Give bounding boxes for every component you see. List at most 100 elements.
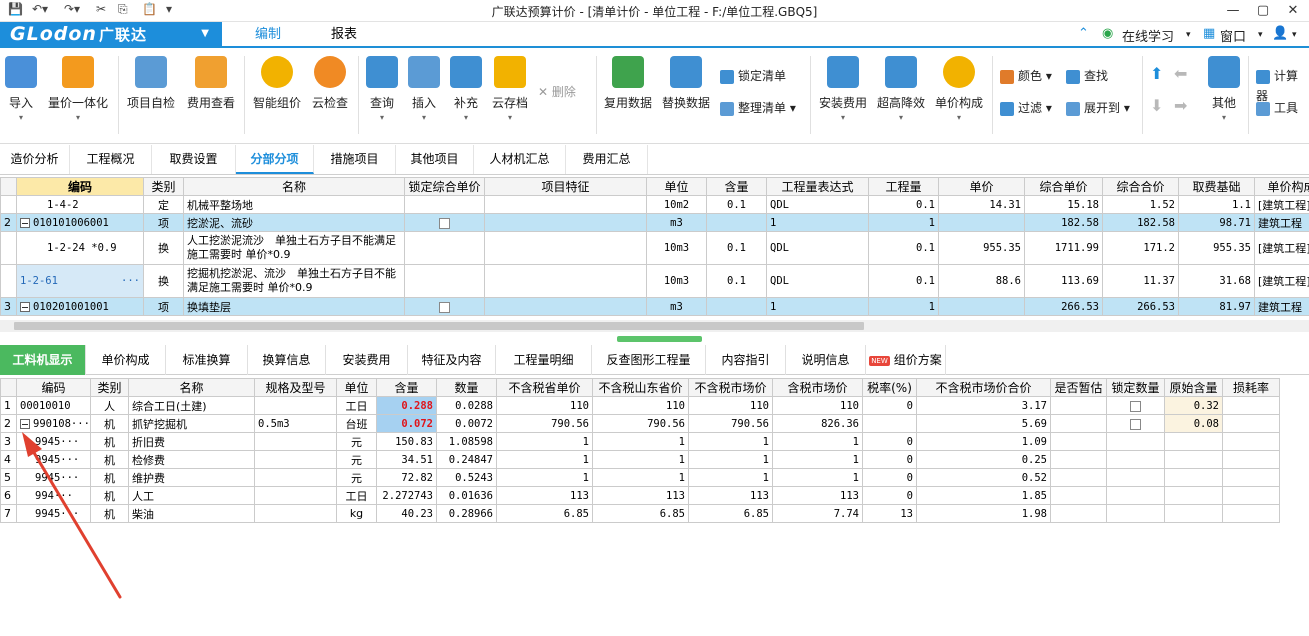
- tab-content-guide[interactable]: 内容指引: [706, 345, 786, 375]
- item-code[interactable]: 010101006001: [16, 213, 144, 232]
- collapse-icon[interactable]: [20, 217, 30, 228]
- tab-standard-conversion[interactable]: 标准换算: [166, 345, 248, 375]
- column-header[interactable]: 名称: [183, 177, 405, 196]
- table-row[interactable]: 1-4-2 定 机械平整场地 10m2 0.1 QDL 0.1 14.31 15…: [0, 195, 1309, 214]
- collapse-ribbon-icon[interactable]: ⌃: [1078, 26, 1089, 41]
- column-header[interactable]: 原始含量: [1164, 378, 1223, 397]
- tab-reverse-graphic-quantity[interactable]: 反查图形工程量: [592, 345, 706, 375]
- expand-to-button[interactable]: 展开到 ▾: [1066, 98, 1130, 118]
- horizontal-scrollbar[interactable]: [0, 320, 1309, 332]
- tab-features-content[interactable]: 特征及内容: [408, 345, 496, 375]
- app-logo[interactable]: GLodon 广联达 ▼: [0, 22, 222, 46]
- tab-unit-price-composition[interactable]: 单价构成: [86, 345, 166, 375]
- reuse-data-button[interactable]: 复用数据: [602, 56, 654, 111]
- column-header[interactable]: 综合单价: [1024, 177, 1103, 196]
- tab-install-fee[interactable]: 安装费用: [326, 345, 408, 375]
- column-header[interactable]: 不含税山东省价: [592, 378, 689, 397]
- pane-splitter-handle[interactable]: [617, 336, 702, 342]
- table-row[interactable]: 1-2-24 *0.9 换 人工挖淤泥流沙 单独土石方子目不能满足施工需要时 单…: [0, 231, 1309, 265]
- tab-description-info[interactable]: 说明信息: [786, 345, 866, 375]
- column-header[interactable]: 税率(%): [862, 378, 917, 397]
- maximize-button[interactable]: ▢: [1248, 0, 1278, 22]
- column-header[interactable]: 单价构成文: [1254, 177, 1309, 196]
- organize-list-button[interactable]: 整理清单 ▾: [720, 98, 796, 118]
- unit-price-button[interactable]: 单价构成 ▾: [932, 56, 986, 122]
- filter-button[interactable]: 过滤 ▾: [1000, 98, 1052, 118]
- replace-data-button[interactable]: 替换数据: [660, 56, 712, 111]
- table-row[interactable]: 3 9945··· 机 折旧费 元 150.83 1.08598 1 1 1 1…: [0, 432, 1280, 451]
- tools-button[interactable]: 工具: [1256, 98, 1298, 118]
- table-row[interactable]: 1-2-61 ··· 换 挖掘机挖淤泥、流沙 单独土石方子目不能满足施工需要时 单…: [0, 264, 1309, 298]
- column-header[interactable]: 单位: [646, 177, 707, 196]
- column-header[interactable]: 综合合价: [1102, 177, 1179, 196]
- integration-button[interactable]: 量价一体化 ▾: [44, 56, 112, 122]
- tab-measures[interactable]: 措施项目: [314, 145, 396, 174]
- column-header[interactable]: 规格及型号: [254, 378, 337, 397]
- tab-fee-settings[interactable]: 取费设置: [152, 145, 236, 174]
- calculator-button[interactable]: 计算器: [1256, 66, 1309, 103]
- table-row[interactable]: 2 010101006001 项 挖淤泥、流砂 m3 1 1 182.58 18…: [0, 213, 1309, 232]
- item-code[interactable]: 010201001001: [16, 297, 144, 316]
- column-header[interactable]: 含量: [376, 378, 437, 397]
- table-row[interactable]: 2 990108··· 机 抓铲挖掘机 0.5m3 台班 0.072 0.007…: [0, 414, 1280, 433]
- collapse-icon[interactable]: [20, 418, 30, 429]
- lock-list-button[interactable]: 锁定清单: [720, 66, 786, 86]
- lock-quantity-checkbox[interactable]: [1130, 418, 1141, 430]
- column-header[interactable]: 类别: [90, 378, 129, 397]
- move-down-icon[interactable]: ⬇: [1150, 96, 1163, 116]
- chevron-down-icon[interactable]: ▾: [1292, 30, 1297, 40]
- tab-pricing-plan[interactable]: NEW 组价方案: [866, 345, 946, 375]
- user-icon[interactable]: 👤: [1272, 26, 1288, 41]
- move-up-icon[interactable]: ⬆: [1150, 64, 1163, 84]
- online-learning-button[interactable]: 在线学习: [1122, 26, 1174, 45]
- item-code[interactable]: 1-4-2: [16, 195, 144, 214]
- query-button[interactable]: 查询 ▾: [364, 56, 400, 122]
- delete-button[interactable]: ✕ 删除: [538, 82, 576, 102]
- cloud-archive-button[interactable]: 云存档 ▾: [490, 56, 530, 122]
- column-header[interactable]: 取费基础: [1178, 177, 1255, 196]
- tab-cost-analysis[interactable]: 造价分析: [0, 145, 70, 174]
- tab-compile[interactable]: 编制: [232, 24, 304, 48]
- column-header[interactable]: 含量: [706, 177, 767, 196]
- smart-price-button[interactable]: 智能组价: [250, 56, 304, 111]
- column-header[interactable]: 不含税市场价: [688, 378, 773, 397]
- tab-conversion-info[interactable]: 换算信息: [248, 345, 326, 375]
- lock-price-checkbox[interactable]: [439, 301, 450, 313]
- table-row[interactable]: 1 00010010 人 综合工日(土建) 工日 0.288 0.0288 11…: [0, 396, 1280, 415]
- column-header[interactable]: 编码: [16, 378, 91, 397]
- column-header[interactable]: 锁定综合单价: [404, 177, 485, 196]
- column-header[interactable]: 编码: [16, 177, 144, 196]
- cloud-check-button[interactable]: 云检查: [308, 56, 352, 111]
- height-efficiency-button[interactable]: 超高降效 ▾: [874, 56, 928, 122]
- table-row[interactable]: 7 9945··· 机 柴油 kg 40.23 0.28966 6.85 6.8…: [0, 504, 1280, 523]
- table-row[interactable]: 4 9945··· 机 检修费 元 34.51 0.24847 1 1 1 1 …: [0, 450, 1280, 469]
- table-row[interactable]: 5 9945··· 机 维护费 元 72.82 0.5243 1 1 1 1 0…: [0, 468, 1280, 487]
- color-button[interactable]: 颜色 ▾: [1000, 66, 1052, 86]
- other-button[interactable]: 其他 ▾: [1206, 56, 1242, 122]
- column-header[interactable]: 锁定数量: [1106, 378, 1165, 397]
- column-header[interactable]: 类别: [143, 177, 184, 196]
- install-fee-button[interactable]: 安装费用 ▾: [816, 56, 870, 122]
- column-header[interactable]: 数量: [436, 378, 497, 397]
- move-right-icon[interactable]: ➡: [1174, 96, 1187, 116]
- column-header[interactable]: 含税市场价: [772, 378, 863, 397]
- tab-other-items[interactable]: 其他项目: [396, 145, 474, 174]
- scrollbar-thumb[interactable]: [14, 322, 864, 330]
- tab-fee-summary[interactable]: 费用汇总: [566, 145, 648, 174]
- fee-view-button[interactable]: 费用查看: [184, 56, 238, 111]
- tab-labor-material-display[interactable]: 工料机显示: [0, 345, 86, 375]
- collapse-icon[interactable]: [20, 301, 30, 312]
- tab-report[interactable]: 报表: [312, 24, 376, 46]
- column-header[interactable]: 不含税市场价合价: [916, 378, 1051, 397]
- self-check-button[interactable]: 项目自检: [124, 56, 178, 111]
- item-code[interactable]: 1-2-24 *0.9: [16, 231, 144, 265]
- lock-quantity-checkbox[interactable]: [1130, 400, 1141, 412]
- column-header[interactable]: 单价: [938, 177, 1025, 196]
- chevron-down-icon[interactable]: ▾: [1258, 30, 1263, 40]
- tab-sub-items[interactable]: 分部分项: [236, 145, 314, 174]
- table-row[interactable]: 6 994··· 机 人工 工日 2.272743 0.01636 113 11…: [0, 486, 1280, 505]
- column-header[interactable]: 工程量表达式: [766, 177, 869, 196]
- chevron-down-icon[interactable]: ▾: [1186, 30, 1191, 40]
- move-left-icon[interactable]: ⬅: [1174, 64, 1187, 84]
- close-button[interactable]: ✕: [1278, 0, 1308, 22]
